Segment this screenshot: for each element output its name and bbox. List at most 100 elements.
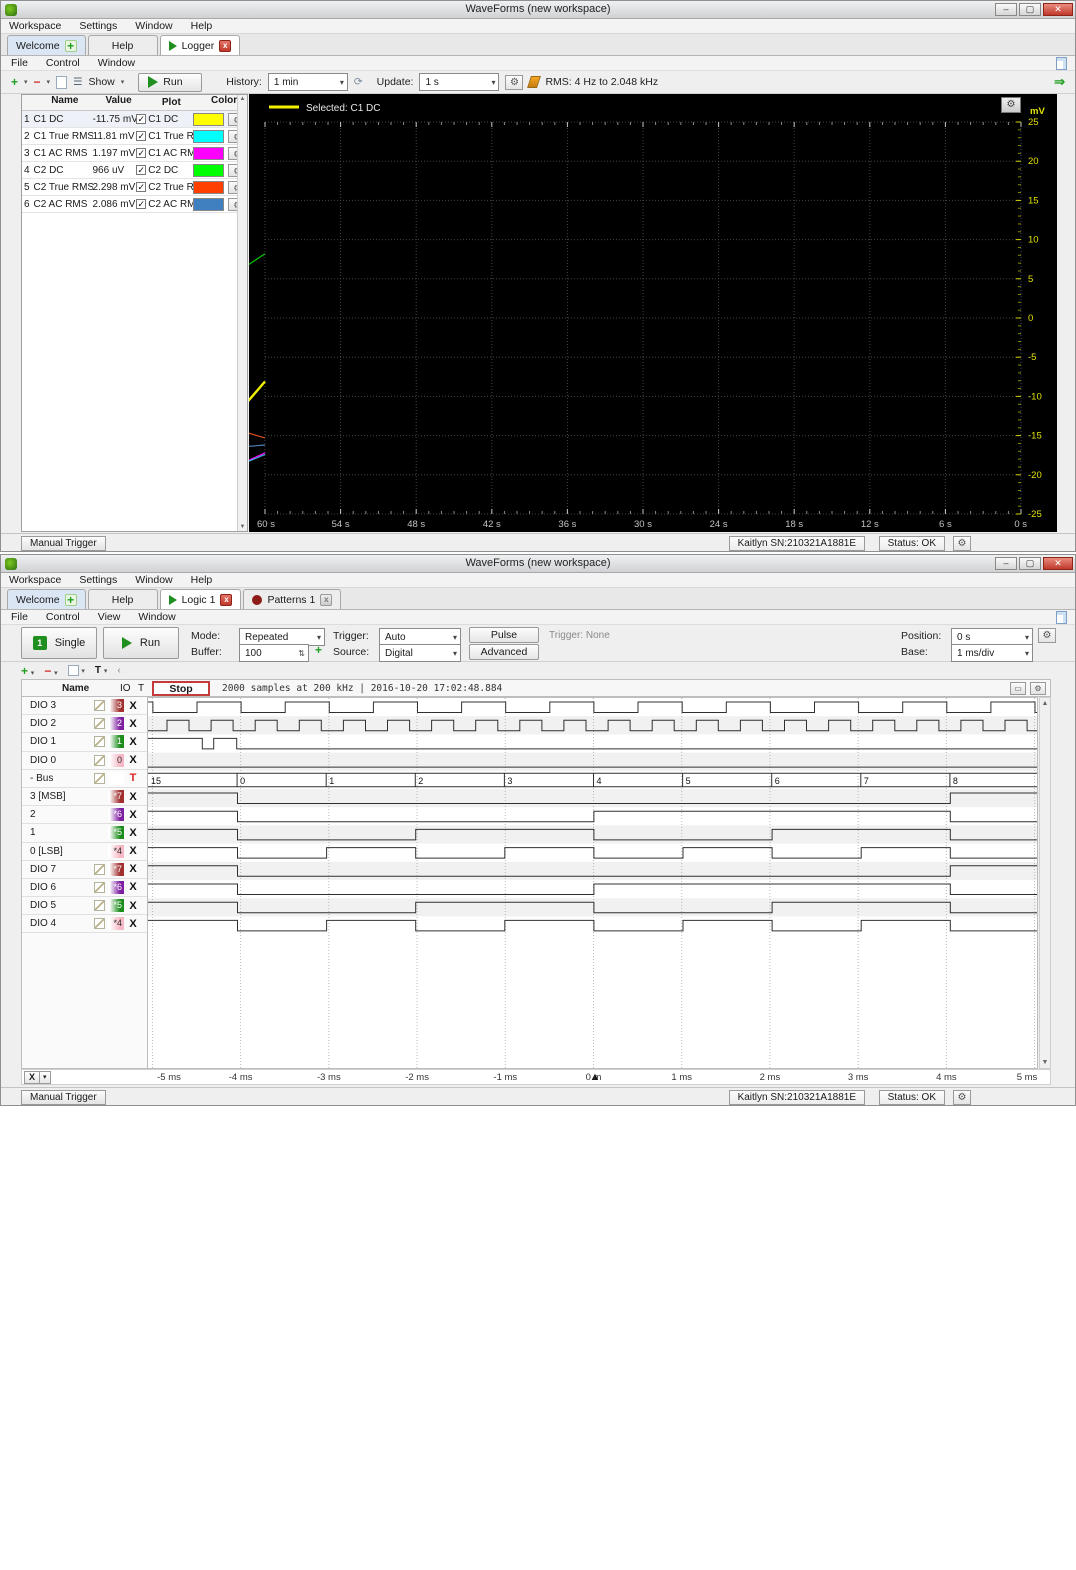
trigger-setting[interactable]: X — [126, 827, 140, 839]
minimize-button[interactable]: – — [995, 3, 1017, 16]
report-icon[interactable] — [1056, 56, 1067, 70]
channel-row-2[interactable]: 2 *6 X — [22, 806, 147, 825]
maximize-button[interactable]: ▢ — [1019, 3, 1041, 16]
collapse-icon[interactable]: ‹ — [117, 665, 120, 676]
table-row[interactable]: 5C2 True RMS2.298 mV✓C2 True RMS⚙ — [22, 179, 248, 196]
rename-pencil-icon[interactable] — [94, 900, 105, 912]
io-badge[interactable]: *6 — [108, 880, 124, 894]
trigger-setting[interactable]: X — [126, 754, 140, 766]
color-swatch[interactable] — [193, 146, 224, 160]
close-button[interactable]: ✕ — [1043, 3, 1073, 16]
inst-menu-control[interactable]: Control — [46, 611, 80, 623]
clean-broom-icon[interactable] — [527, 76, 542, 88]
options-gear-icon[interactable]: ⚙ — [505, 74, 524, 90]
tab-close-icon[interactable]: x — [220, 593, 233, 606]
io-badge[interactable]: *7 — [108, 790, 124, 804]
manual-trigger-button[interactable]: Manual Trigger — [21, 1090, 106, 1105]
trigger-setting[interactable]: X — [126, 700, 140, 712]
title-bar[interactable]: WaveForms (new workspace) – ▢ ✕ — [1, 555, 1075, 573]
plot-checkbox[interactable]: ✓ — [136, 199, 147, 209]
trigger-setting[interactable]: X — [126, 736, 140, 748]
rename-pencil-icon[interactable] — [94, 736, 105, 748]
tab-logger[interactable]: Logger x — [159, 35, 241, 55]
menu-settings[interactable]: Settings — [79, 20, 117, 32]
buffer-spinner[interactable]: 100 ⇅ — [239, 644, 309, 662]
menu-window[interactable]: Window — [135, 20, 172, 32]
maximize-button[interactable]: ▢ — [1019, 557, 1041, 570]
update-select[interactable]: 1 s ▾ — [419, 73, 500, 91]
status-gear-icon[interactable]: ⚙ — [953, 536, 971, 551]
trigger-setting[interactable]: X — [126, 900, 140, 912]
run-button[interactable]: Run — [138, 72, 203, 92]
channel-row-dio-3[interactable]: DIO 3 3X — [22, 697, 147, 716]
inst-menu-window[interactable]: Window — [98, 57, 135, 69]
report-icon[interactable] — [1056, 610, 1067, 624]
channel-row-dio-4[interactable]: DIO 4 *4 X — [22, 915, 147, 934]
io-badge[interactable]: *5 — [108, 899, 124, 913]
io-badge[interactable]: *4 — [108, 844, 124, 858]
source-select[interactable]: Digital ▾ — [379, 644, 461, 662]
io-badge[interactable]: 1 — [108, 735, 124, 749]
tab-welcome[interactable]: Welcome + — [7, 589, 86, 609]
channel-row-dio-0[interactable]: DIO 0 0X — [22, 752, 147, 770]
rename-pencil-icon[interactable] — [94, 754, 105, 766]
stop-button[interactable]: Stop — [152, 681, 210, 696]
inst-menu-file[interactable]: File — [11, 611, 28, 623]
rename-pencil-icon[interactable] — [94, 918, 105, 930]
inst-menu-control[interactable]: Control — [46, 57, 80, 69]
menu-help[interactable]: Help — [191, 20, 213, 32]
tab-help[interactable]: Help — [87, 35, 158, 55]
channel-row-dio-1[interactable]: DIO 1 1X — [22, 733, 147, 752]
table-row[interactable]: 4C2 DC966 uV✓C2 DC⚙ — [22, 162, 248, 179]
buffer-add-icon[interactable]: + — [315, 643, 322, 657]
title-bar[interactable]: WaveForms (new workspace) – ▢ ✕ — [1, 1, 1075, 19]
channel-row-1[interactable]: 1 *5 X — [22, 824, 147, 843]
status-ok-box[interactable]: Status: OK — [878, 1090, 945, 1105]
table-row[interactable]: 1C1 DC-11.75 mV✓C1 DC⚙ — [22, 111, 248, 128]
trigger-setting[interactable]: X — [126, 845, 140, 857]
base-select[interactable]: 1 ms/div ▾ — [951, 644, 1033, 662]
io-badge[interactable]: 2 — [108, 717, 124, 731]
channel-row-dio-6[interactable]: DIO 6 *6 X — [22, 879, 147, 898]
trigger-setting[interactable]: X — [126, 791, 140, 803]
inst-menu-file[interactable]: File — [11, 57, 28, 69]
remove-channel-button[interactable]: − — [34, 75, 41, 89]
trigger-setting[interactable]: X — [126, 863, 140, 875]
trigger-setting[interactable]: X — [126, 918, 140, 930]
tab-welcome[interactable]: Welcome + — [7, 35, 86, 55]
color-swatch[interactable] — [193, 197, 224, 211]
tab-patterns-1[interactable]: Patterns 1 x — [243, 589, 342, 609]
table-row[interactable]: 3C1 AC RMS1.197 mV✓C1 AC RMS⚙ — [22, 145, 248, 162]
menu-settings[interactable]: Settings — [79, 574, 117, 586]
plot-checkbox[interactable]: ✓ — [136, 182, 147, 192]
trigger-setting[interactable]: T — [126, 772, 140, 784]
show-button[interactable]: Show — [88, 76, 114, 88]
device-name-box[interactable]: Kaitlyn SN:210321A1881E — [728, 1090, 865, 1105]
color-swatch[interactable] — [193, 129, 224, 143]
table-row[interactable]: 2C1 True RMS11.81 mV✓C1 True RMS⚙ — [22, 128, 248, 145]
trigger-setting[interactable]: X — [126, 809, 140, 821]
menu-help[interactable]: Help — [191, 574, 213, 586]
plot-settings-gear-icon[interactable]: ⚙ — [1030, 682, 1046, 695]
pulse-button[interactable]: Pulse — [469, 627, 539, 643]
io-badge[interactable]: 0 — [108, 753, 124, 767]
rename-pencil-icon[interactable] — [94, 863, 105, 875]
plot-checkbox[interactable]: ✓ — [136, 148, 147, 158]
remove-channel-button[interactable]: − — [44, 664, 51, 678]
refresh-icon[interactable]: ⟳ — [354, 76, 363, 88]
tab-help[interactable]: Help — [87, 589, 158, 609]
trigger-setting[interactable]: X — [126, 881, 140, 893]
rename-pencil-icon[interactable] — [94, 881, 105, 893]
header-value[interactable]: Value — [96, 95, 142, 110]
manual-trigger-button[interactable]: Manual Trigger — [21, 536, 106, 551]
channel-row-dio-5[interactable]: DIO 5 *5 X — [22, 897, 147, 916]
single-button[interactable]: 1 Single — [21, 627, 97, 659]
rename-pencil-icon[interactable] — [94, 718, 105, 730]
io-badge[interactable]: 3 — [108, 699, 124, 713]
tab-close-icon[interactable]: x — [219, 39, 232, 52]
axis-mode-button[interactable]: X — [24, 1071, 41, 1084]
waveform-scrollbar[interactable]: ▲ ▼ — [1039, 697, 1051, 1069]
color-swatch[interactable] — [193, 163, 224, 177]
menu-workspace[interactable]: Workspace — [9, 574, 61, 586]
tab-logic-1[interactable]: Logic 1 x — [159, 589, 242, 609]
